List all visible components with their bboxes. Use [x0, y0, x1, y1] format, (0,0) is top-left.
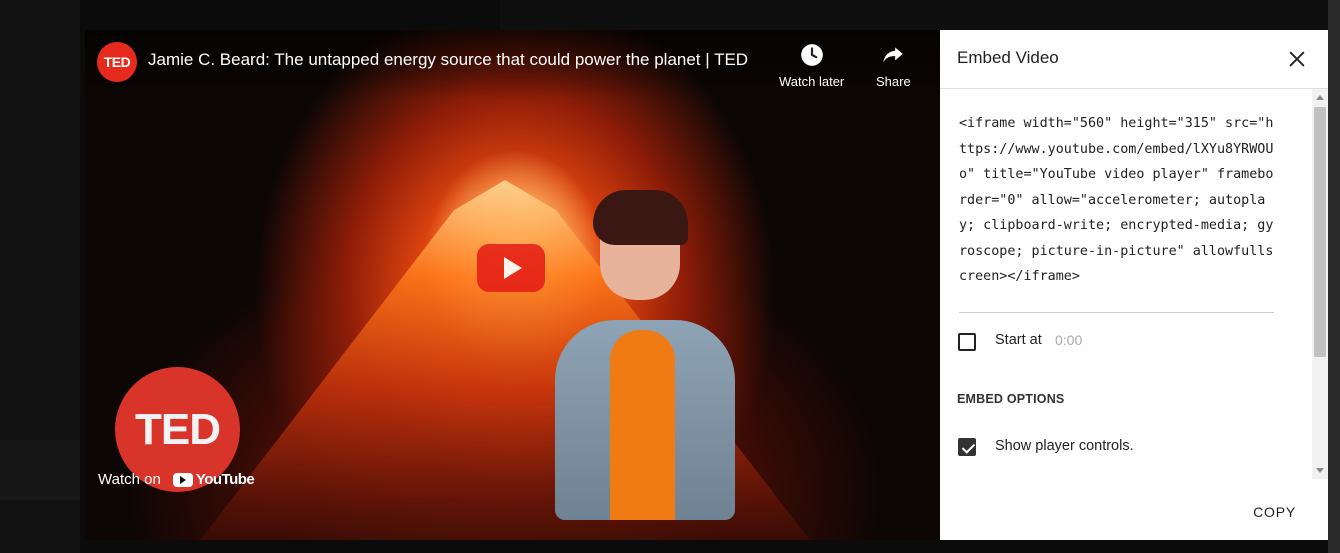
- embed-code-textarea[interactable]: <iframe width="560" height="315" src="ht…: [959, 111, 1277, 290]
- start-at-label: Start at: [995, 332, 1042, 348]
- youtube-wordmark: YouTube: [195, 471, 255, 488]
- watch-later-button[interactable]: Watch later: [779, 42, 844, 89]
- embed-scroll-area[interactable]: <iframe width="560" height="315" src="ht…: [940, 89, 1312, 479]
- background-edge: [1328, 0, 1340, 553]
- speaker-hair: [593, 190, 688, 245]
- watch-on-youtube-link[interactable]: Watch on YouTube: [98, 471, 255, 488]
- clock-icon: [800, 44, 823, 66]
- close-icon[interactable]: [1286, 48, 1308, 70]
- scrollbar-thumb[interactable]: [1314, 107, 1326, 357]
- share-arrow-icon: [883, 47, 904, 63]
- show-controls-label: Show player controls.: [995, 438, 1134, 454]
- watch-on-label: Watch on: [98, 471, 161, 488]
- show-controls-checkbox[interactable]: [958, 438, 976, 456]
- copy-button[interactable]: COPY: [1253, 504, 1296, 520]
- youtube-logo-icon: YouTube: [172, 471, 255, 488]
- scroll-down-arrow[interactable]: [1316, 468, 1324, 473]
- start-at-time-input[interactable]: 0:00: [1055, 332, 1082, 348]
- scroll-up-arrow[interactable]: [1316, 95, 1324, 100]
- play-button[interactable]: [477, 244, 545, 292]
- play-icon: [504, 257, 522, 279]
- video-title[interactable]: Jamie C. Beard: The untapped energy sour…: [148, 50, 768, 70]
- embed-video-panel: Embed Video <iframe width="560" height="…: [940, 30, 1328, 540]
- panel-title: Embed Video: [957, 48, 1059, 67]
- panel-scrollbar[interactable]: [1312, 89, 1328, 479]
- speaker-shirt: [610, 330, 675, 520]
- embed-options-heading: EMBED OPTIONS: [957, 392, 1065, 406]
- start-at-checkbox[interactable]: [958, 333, 976, 351]
- embed-code-underline: [959, 312, 1274, 313]
- share-label: Share: [876, 74, 911, 89]
- share-button[interactable]: Share: [876, 42, 911, 89]
- watch-later-label: Watch later: [779, 74, 845, 89]
- video-player[interactable]: TED Jamie C. Beard: The untapped energy …: [85, 30, 940, 540]
- channel-avatar[interactable]: TED: [97, 42, 137, 82]
- player-top-bar: TED Jamie C. Beard: The untapped energy …: [85, 30, 940, 100]
